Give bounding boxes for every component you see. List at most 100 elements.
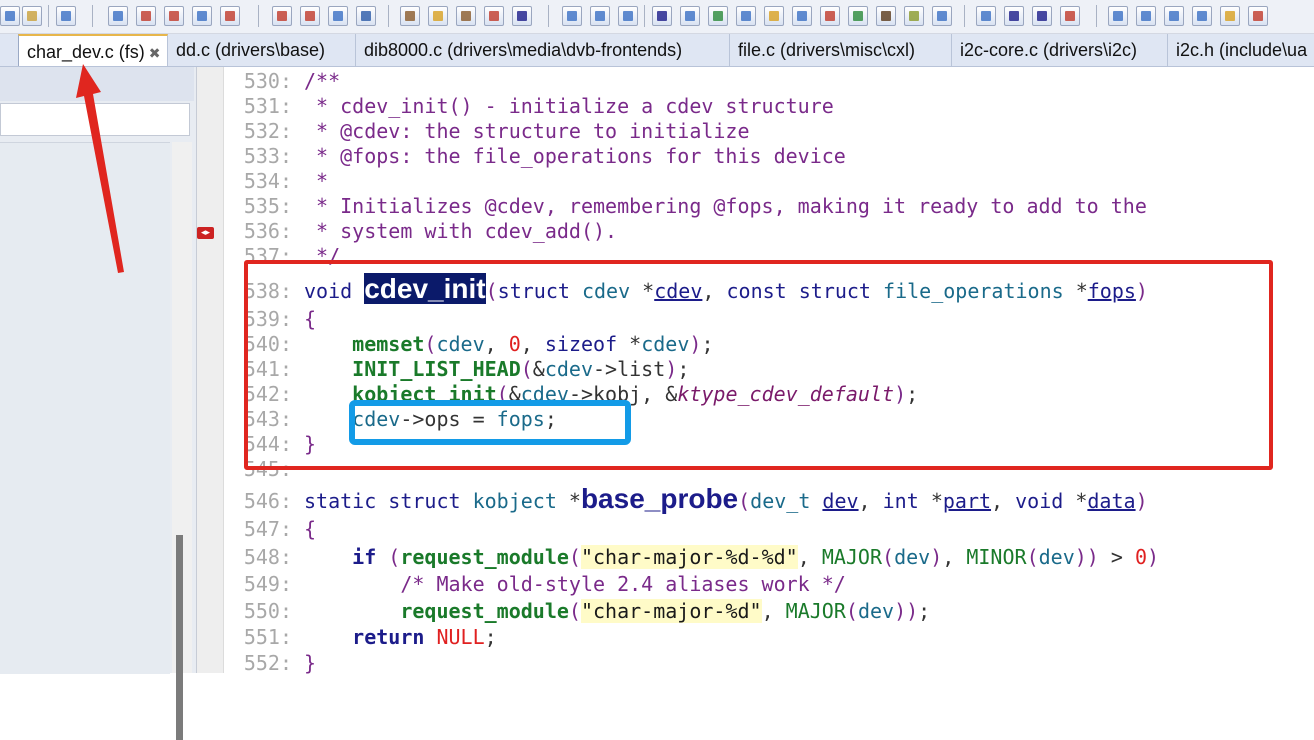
lookup-icon[interactable] [428,6,448,26]
tab-label: i2c-core.c (drivers\i2c) [960,40,1138,60]
option-b-icon[interactable] [1136,6,1156,26]
line-number: 534: [243,169,292,193]
sync-icon[interactable] [820,6,840,26]
bookmark-next-icon[interactable] [300,6,320,26]
book-icon[interactable] [456,6,476,26]
close-icon[interactable]: ✖ [149,45,161,61]
tab-i2c-core[interactable]: i2c-core.c (drivers\i2c) [952,34,1168,66]
code-line: 551: return NULL; [224,625,497,650]
jump-up-icon[interactable] [136,6,156,26]
find-in-files-icon[interactable] [192,6,212,26]
grid-icon[interactable] [932,6,952,26]
bookmark-marker-icon[interactable]: ◂▸ [197,227,214,239]
toolbar-separator [388,5,389,27]
code-line: 552:} [224,651,316,676]
option-e-icon[interactable] [1220,6,1240,26]
panel-header [0,67,194,101]
undo-icon[interactable] [56,6,76,26]
code-line: 548: if (request_module("char-major-%d-%… [224,545,1159,570]
bird-icon[interactable] [876,6,896,26]
line-number: 536: [243,219,292,243]
relation-icon[interactable] [512,6,532,26]
toolbar-separator [92,5,93,27]
line-number: 548: [243,545,292,569]
symbol-panel [0,67,197,740]
toolbar-separator [964,5,965,27]
function-name-base-probe[interactable]: base_probe [581,483,738,514]
tree-icon[interactable] [708,6,728,26]
symbol-icon[interactable] [400,6,420,26]
tab-dd[interactable]: dd.c (drivers\base) [168,34,356,66]
bookmark-list-icon[interactable] [328,6,348,26]
toolbar-separator [258,5,259,27]
tab-label: i2c.h (include\ua [1176,40,1308,60]
panel-icon[interactable] [618,6,638,26]
help-icon[interactable] [792,6,812,26]
folder-icon[interactable] [764,6,784,26]
option-d-icon[interactable] [1192,6,1212,26]
line-number: 535: [243,194,292,218]
code-line: 546: static struct kobject *base_probe(de… [224,483,1148,515]
code-line: 530:/** [224,69,340,94]
code-line: 536: * system with cdev_add(). [224,219,617,244]
option-f-icon[interactable] [1248,6,1268,26]
tab-label: dd.c (drivers\base) [176,40,326,60]
scrollbar-thumb[interactable] [176,535,183,740]
highlight-box-blue [349,400,631,445]
code-line: 550: request_module("char-major-%d", MAJ… [224,599,930,624]
function-icon[interactable] [484,6,504,26]
code-line: 533: * @fops: the file_operations for th… [224,144,846,169]
globe-icon[interactable] [848,6,868,26]
jump-down-icon[interactable] [164,6,184,26]
line-number: 551: [243,625,292,649]
remove-icon[interactable] [1032,6,1052,26]
code-line: 549: /* Make old-style 2.4 aliases work … [224,572,846,597]
code-line: 531: * cdev_init() - initialize a cdev s… [224,94,834,119]
tab-label: dib8000.c (drivers\media\dvb-frontends) [364,40,683,60]
add-icon[interactable] [1004,6,1024,26]
tab-dib8000[interactable]: dib8000.c (drivers\media\dvb-frontends) [356,34,730,66]
code-line: 535: * Initializes @cdev, remembering @f… [224,194,1147,219]
line-number: 530: [243,69,292,93]
tab-i2c-h[interactable]: i2c.h (include\ua [1168,34,1314,66]
line-number: 546: [243,489,292,513]
list-icon[interactable] [736,6,756,26]
file-tabs: char_dev.c (fs) ✖ dd.c (drivers\base) dib… [0,34,1314,67]
replace-icon[interactable] [220,6,240,26]
line-number: 552: [243,651,292,675]
code-line: 547:{ [224,517,316,542]
symbol-list[interactable] [0,142,170,674]
tab-char-dev[interactable]: char_dev.c (fs) ✖ [18,34,168,66]
tab-file[interactable]: file.c (drivers\misc\cxl) [730,34,952,66]
find-icon[interactable] [108,6,128,26]
option-c-icon[interactable] [1164,6,1184,26]
layout-icon[interactable] [562,6,582,26]
tab-label: file.c (drivers\misc\cxl) [738,40,916,60]
tab-label: char_dev.c (fs) [27,42,145,62]
browse-icon[interactable] [680,6,700,26]
code-line: 532: * @cdev: the structure to initializ… [224,119,750,144]
delete-icon[interactable] [1060,6,1080,26]
line-number: 531: [243,94,292,118]
toolbar-separator [548,5,549,27]
toolbar [0,0,1314,34]
option-a-icon[interactable] [1108,6,1128,26]
indent-icon[interactable] [976,6,996,26]
paste-icon[interactable] [22,6,42,26]
toolbar-separator [644,5,645,27]
line-number: 533: [243,144,292,168]
copy-icon[interactable] [0,6,20,26]
star-icon[interactable] [356,6,376,26]
line-number: 547: [243,517,292,541]
arrows-icon[interactable] [904,6,924,26]
toolbar-separator [48,5,49,27]
bookmark-prev-icon[interactable] [272,6,292,26]
line-number: 532: [243,119,292,143]
line-number: 550: [243,599,292,623]
window-icon[interactable] [590,6,610,26]
line-number: 549: [243,572,292,596]
project-icon[interactable] [652,6,672,26]
symbol-search-input[interactable] [0,103,190,136]
toolbar-separator [1096,5,1097,27]
code-line: 534: * [224,169,328,194]
